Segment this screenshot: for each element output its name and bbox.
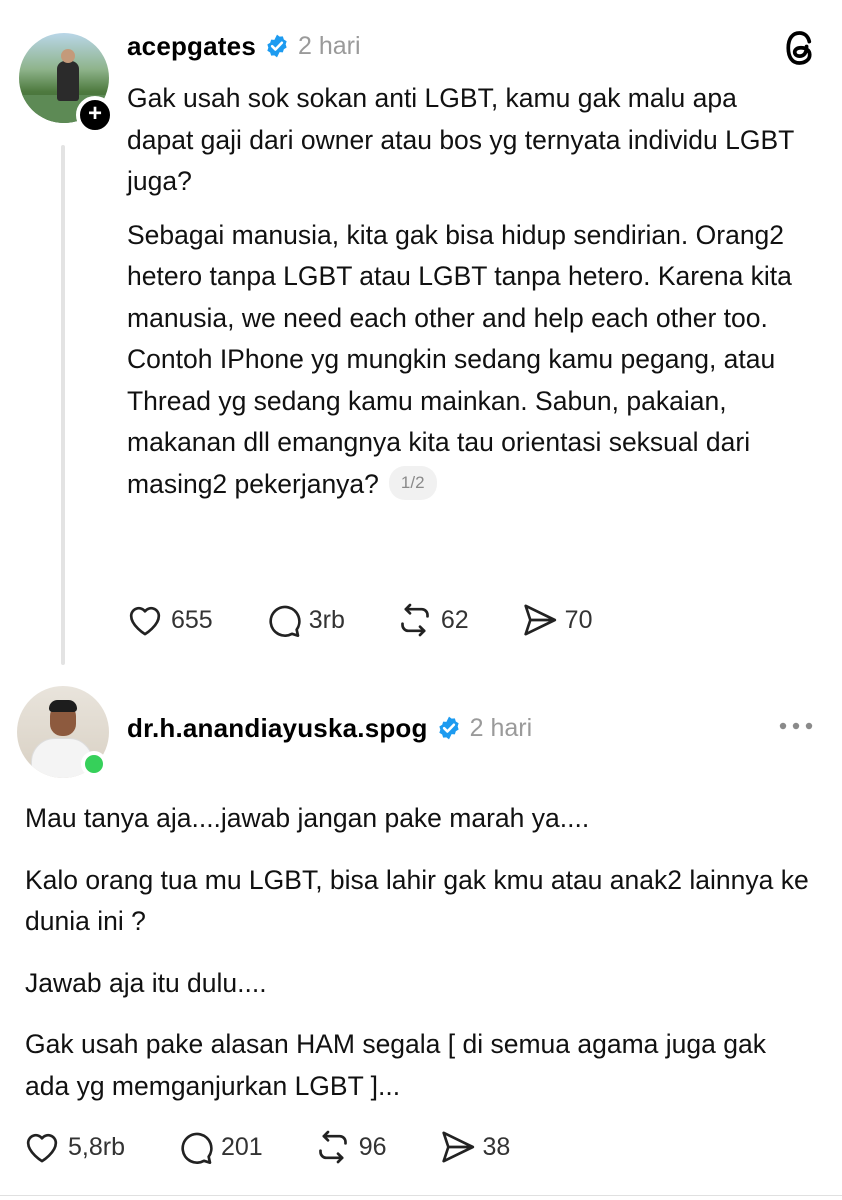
- post-paragraph: Gak usah pake alasan HAM segala [ di sem…: [25, 1029, 766, 1101]
- post-paragraph: Gak usah sok sokan anti LGBT, kamu gak m…: [127, 83, 794, 196]
- reply-count: 3rb: [308, 605, 345, 634]
- username[interactable]: dr.h.anandiayuska.spog: [127, 713, 428, 744]
- repost-count: 62: [440, 605, 469, 634]
- repost-button[interactable]: 96: [313, 1127, 387, 1167]
- more-icon[interactable]: [776, 718, 816, 734]
- repost-button[interactable]: 62: [395, 600, 469, 640]
- threads-logo-icon[interactable]: [782, 28, 818, 68]
- post-header: dr.h.anandiayuska.spog 2 hari: [127, 710, 532, 746]
- share-count: 70: [564, 605, 593, 634]
- share-icon: [441, 1131, 474, 1163]
- reply-button[interactable]: 3rb: [263, 600, 345, 640]
- repost-icon: [401, 603, 429, 637]
- divider: [0, 1195, 842, 1196]
- post-acepgates: + acepgates 2 hari Gak usah sok sokan an…: [0, 0, 842, 680]
- post-paragraph: Kalo orang tua mu LGBT, bisa lahir gak k…: [25, 864, 809, 937]
- verified-icon: [267, 34, 287, 58]
- thread-line: [61, 145, 65, 665]
- heart-icon: [26, 1133, 58, 1163]
- post-body: Mau tanya aja....jawab jangan pake marah…: [25, 798, 815, 1107]
- like-button[interactable]: 655: [125, 600, 213, 640]
- reply-count: 201: [220, 1132, 263, 1161]
- verified-icon: [438, 716, 459, 740]
- post-paragraph: Mau tanya aja....jawab jangan pake marah…: [25, 803, 590, 833]
- heart-icon: [129, 606, 161, 636]
- follow-plus-icon[interactable]: +: [76, 96, 114, 134]
- share-icon: [524, 604, 556, 636]
- post-paragraph: Jawab aja itu dulu....: [25, 967, 267, 998]
- username[interactable]: acepgates: [127, 31, 256, 62]
- post-actions: 655 3rb 62 70: [125, 600, 642, 640]
- comment-icon: [269, 605, 301, 637]
- share-count: 38: [482, 1132, 511, 1161]
- post-paragraph-text: Sebagai manusia, kita gak bisa hidup sen…: [127, 219, 792, 499]
- like-button[interactable]: 5,8rb: [22, 1127, 125, 1167]
- comment-icon: [181, 1132, 213, 1164]
- post-paragraph: Sebagai manusia, kita gak bisa hidup sen…: [127, 215, 807, 506]
- post-time: 2 hari: [469, 713, 533, 742]
- post-header: acepgates 2 hari: [127, 28, 361, 64]
- repost-count: 96: [358, 1132, 387, 1161]
- page-indicator-badge[interactable]: 1/2: [388, 465, 437, 500]
- like-count: 655: [171, 605, 213, 634]
- post-actions: 5,8rb 201 96 38: [22, 1127, 560, 1167]
- share-button[interactable]: 38: [437, 1127, 511, 1167]
- reply-button[interactable]: 201: [175, 1127, 263, 1167]
- repost-icon: [318, 1130, 347, 1164]
- share-button[interactable]: 70: [519, 600, 593, 640]
- online-status-dot: [81, 751, 107, 777]
- post-body: Gak usah sok sokan anti LGBT, kamu gak m…: [127, 78, 807, 505]
- post-anandiayuska: dr.h.anandiayuska.spog 2 hari Mau tanya …: [0, 680, 842, 1200]
- like-count: 5,8rb: [68, 1132, 125, 1161]
- post-time: 2 hari: [297, 31, 361, 60]
